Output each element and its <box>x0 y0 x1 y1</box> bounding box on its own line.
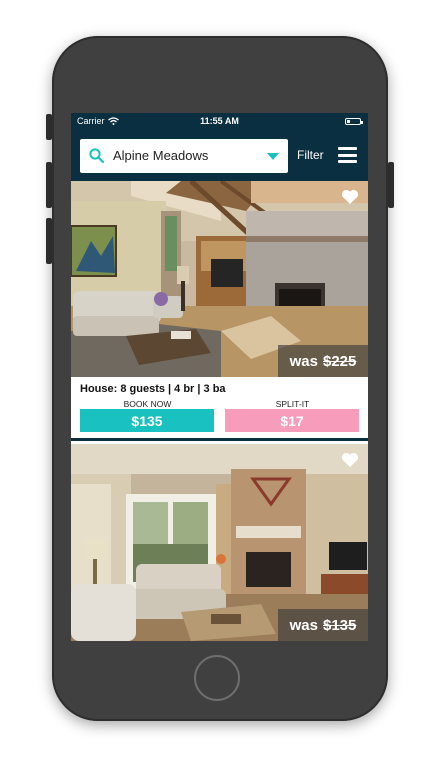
search-location-value: Alpine Meadows <box>113 148 209 163</box>
volume-down-button <box>46 218 52 264</box>
status-bar: Carrier 11:55 AM <box>71 113 368 131</box>
was-price: $135 <box>322 616 357 634</box>
listing-summary: House: 8 guests | 4 br | 3 ba <box>80 383 226 395</box>
home-button[interactable] <box>194 655 240 701</box>
listing-type: House: <box>80 383 118 395</box>
location-search-field[interactable]: Alpine Meadows <box>80 139 288 173</box>
status-time: 11:55 AM <box>200 116 239 126</box>
power-button <box>388 162 394 208</box>
app-header: Alpine Meadows Filter <box>71 131 368 181</box>
mute-switch <box>46 114 52 140</box>
battery-icon <box>345 118 363 125</box>
app-screen: Carrier 11:55 AM Alpine Meadows Filter w… <box>71 113 368 641</box>
was-price-tag: was $225 <box>278 345 368 377</box>
book-now-button[interactable]: $135 <box>80 409 214 432</box>
listing-photo[interactable]: was $135 <box>71 444 368 641</box>
book-price: $135 <box>131 412 163 429</box>
book-now-label: BOOK NOW <box>123 399 172 409</box>
search-icon <box>89 148 104 163</box>
menu-icon[interactable] <box>338 147 357 163</box>
dropdown-arrow-icon[interactable] <box>267 153 279 160</box>
was-label: was <box>289 616 318 634</box>
heart-icon[interactable] <box>341 452 359 468</box>
was-label: was <box>289 352 318 370</box>
heart-icon[interactable] <box>341 189 359 205</box>
split-price: $17 <box>280 412 304 429</box>
listing-photo[interactable]: was $225 <box>71 181 368 377</box>
was-price: $225 <box>322 352 357 370</box>
filter-button[interactable]: Filter <box>297 148 324 162</box>
split-it-button[interactable]: $17 <box>225 409 359 432</box>
listing-info: House: 8 guests | 4 br | 3 ba BOOK NOW S… <box>71 377 368 441</box>
volume-up-button <box>46 162 52 208</box>
was-price-tag: was $135 <box>278 609 368 641</box>
split-it-label: SPLIT-IT <box>275 399 310 409</box>
listing-details: 8 guests | 4 br | 3 ba <box>120 383 226 395</box>
